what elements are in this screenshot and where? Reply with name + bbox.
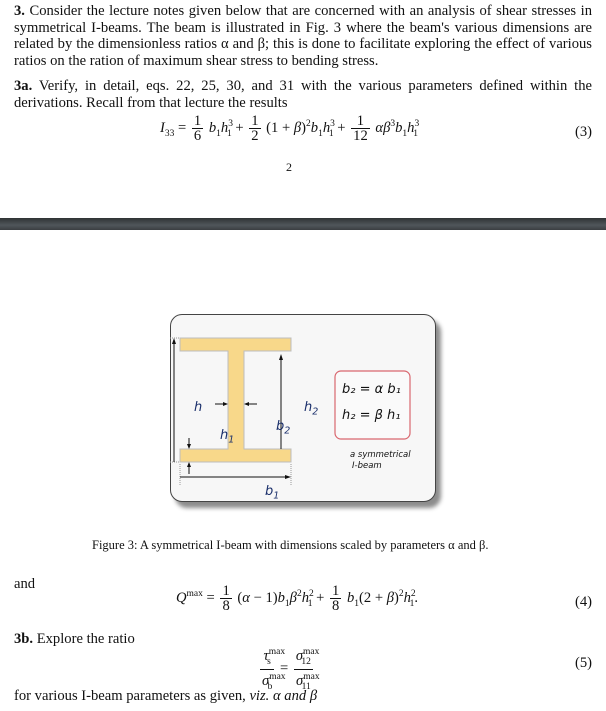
eq3-frac-2: 12	[249, 113, 261, 144]
frac-den: 6	[193, 128, 202, 144]
eq3-lhs-sub: 33	[164, 128, 175, 139]
eq4-frac-2: 18	[330, 583, 342, 614]
relation-h2: h₂ = β h₁	[342, 408, 401, 423]
part-a-text: Verify, in detail, eqs. 22, 25, 30, and …	[14, 78, 592, 111]
label-h2: h2	[304, 400, 319, 418]
eq4-frac-1: 18	[220, 583, 232, 614]
frac-num: 1	[330, 583, 342, 599]
label-h: h	[194, 400, 203, 415]
part-b-tail: α and β	[272, 688, 318, 704]
figure-caption: Figure 3: A symmetrical I-beam with dime…	[92, 538, 489, 552]
problem-intro-text: Consider the lecture notes given below t…	[14, 3, 592, 69]
part-a-label: 3a.	[14, 78, 33, 94]
label-h1: h1	[220, 428, 235, 446]
frac-num: 1	[220, 583, 232, 599]
frac-den: 8	[222, 598, 230, 614]
eq4-lhs: Q	[176, 589, 187, 606]
problem-number: 3.	[14, 3, 25, 19]
frac-den: 2	[251, 128, 259, 144]
equation-5: τmaxs σmaxb = σmax12 σmax11	[260, 647, 320, 692]
part-b-after: for various I-beam parameters as given, …	[14, 688, 592, 705]
equation-3: I33 = 16 b1h31 + 12 (1 + β)2b1h31 + 1 12 …	[160, 113, 420, 144]
part-b-text: Explore the ratio	[36, 631, 135, 647]
relations-text: b₂ = α b₁ h₂ = β h₁	[342, 377, 401, 429]
eq3-frac-3: 1 12	[351, 114, 370, 143]
page-break-divider	[0, 218, 606, 230]
part-b-after-text: for various I-beam parameters as given,	[14, 688, 246, 704]
figure-note-line2: I-beam	[352, 461, 382, 471]
eq4-lhs-sup: max	[186, 588, 203, 599]
equation-5-number: (5)	[574, 655, 592, 671]
equation-4: Qmax = 18 (α − 1)b1β2h21 + 18 b1(2 + β)2…	[176, 583, 419, 614]
frac-den: 8	[332, 598, 340, 614]
part-b-label: 3b.	[14, 631, 34, 647]
equation-4-number: (4)	[574, 594, 592, 610]
label-b2: b2	[276, 419, 291, 437]
frac-num: 1	[191, 113, 204, 129]
frac-num: 1	[249, 113, 261, 129]
label-b1: b1	[265, 484, 280, 502]
relation-b2: b₂ = α b₁	[342, 382, 401, 397]
part-a-paragraph: 3a. Verify, in detail, eqs. 22, 25, 30, …	[14, 78, 592, 111]
figure-note-line1: a symmetrical	[350, 450, 411, 460]
frac-num: 1	[351, 114, 370, 129]
equation-3-number: (3)	[574, 124, 592, 140]
eq3-frac-1: 16	[191, 113, 204, 144]
part-b-viz: viz.	[249, 688, 270, 704]
page-number: 2	[286, 160, 292, 174]
and-label: and	[14, 576, 36, 592]
frac-den: 12	[353, 128, 368, 144]
figure-note: a symmetrical I-beam	[350, 450, 411, 472]
problem-intro: 3. Consider the lecture notes given belo…	[14, 3, 592, 69]
